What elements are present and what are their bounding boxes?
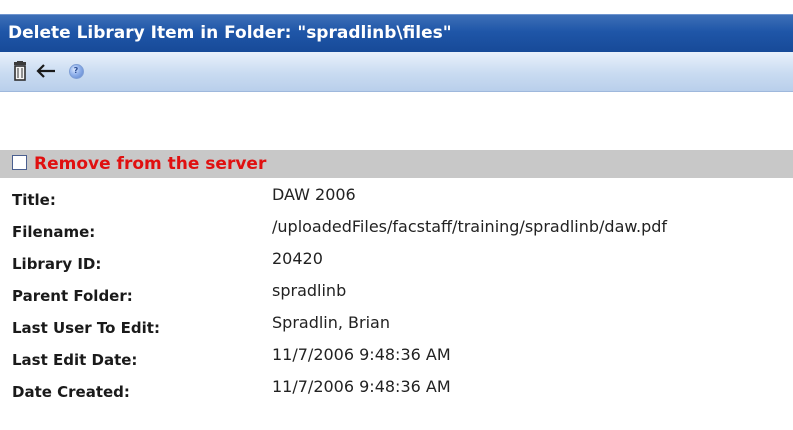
property-label: Library ID: [12, 255, 102, 273]
property-row-date-created: Date Created: 11/7/2006 9:48:36 AM [0, 375, 793, 403]
property-row-last-user: Last User To Edit: Spradlin, Brian [0, 311, 793, 339]
property-value: DAW 2006 [272, 185, 356, 204]
delete-button[interactable] [12, 60, 28, 82]
help-icon: ? [68, 63, 84, 79]
property-row-parent-folder: Parent Folder: spradlinb [0, 279, 793, 307]
property-row-title: Title: DAW 2006 [0, 183, 793, 211]
property-value: Spradlin, Brian [272, 313, 390, 332]
property-value: /uploadedFiles/facstaff/training/spradli… [272, 217, 668, 236]
toolbar: ? [0, 52, 793, 92]
property-value: 11/7/2006 9:48:36 AM [272, 377, 451, 396]
help-button[interactable]: ? [65, 60, 87, 82]
property-label: Last Edit Date: [12, 351, 138, 369]
dialog-title: Delete Library Item in Folder: "spradlin… [8, 23, 452, 43]
property-row-filename: Filename: /uploadedFiles/facstaff/traini… [0, 215, 793, 243]
top-margin [0, 0, 793, 14]
property-value: spradlinb [272, 281, 347, 300]
remove-from-server-bar: Remove from the server [0, 150, 793, 178]
remove-from-server-checkbox[interactable] [12, 155, 27, 170]
property-label: Last User To Edit: [12, 319, 160, 337]
remove-from-server-label[interactable]: Remove from the server [34, 154, 266, 174]
back-arrow-icon [36, 64, 55, 78]
property-label: Filename: [12, 223, 96, 241]
property-row-last-edit-date: Last Edit Date: 11/7/2006 9:48:36 AM [0, 343, 793, 371]
property-value: 20420 [272, 249, 323, 268]
property-value: 11/7/2006 9:48:36 AM [272, 345, 451, 364]
property-row-library-id: Library ID: 20420 [0, 247, 793, 275]
back-button[interactable] [34, 60, 58, 82]
trash-icon [14, 61, 26, 81]
dialog-titlebar: Delete Library Item in Folder: "spradlin… [0, 14, 793, 52]
property-label: Parent Folder: [12, 287, 133, 305]
property-label: Title: [12, 191, 56, 209]
property-label: Date Created: [12, 383, 130, 401]
